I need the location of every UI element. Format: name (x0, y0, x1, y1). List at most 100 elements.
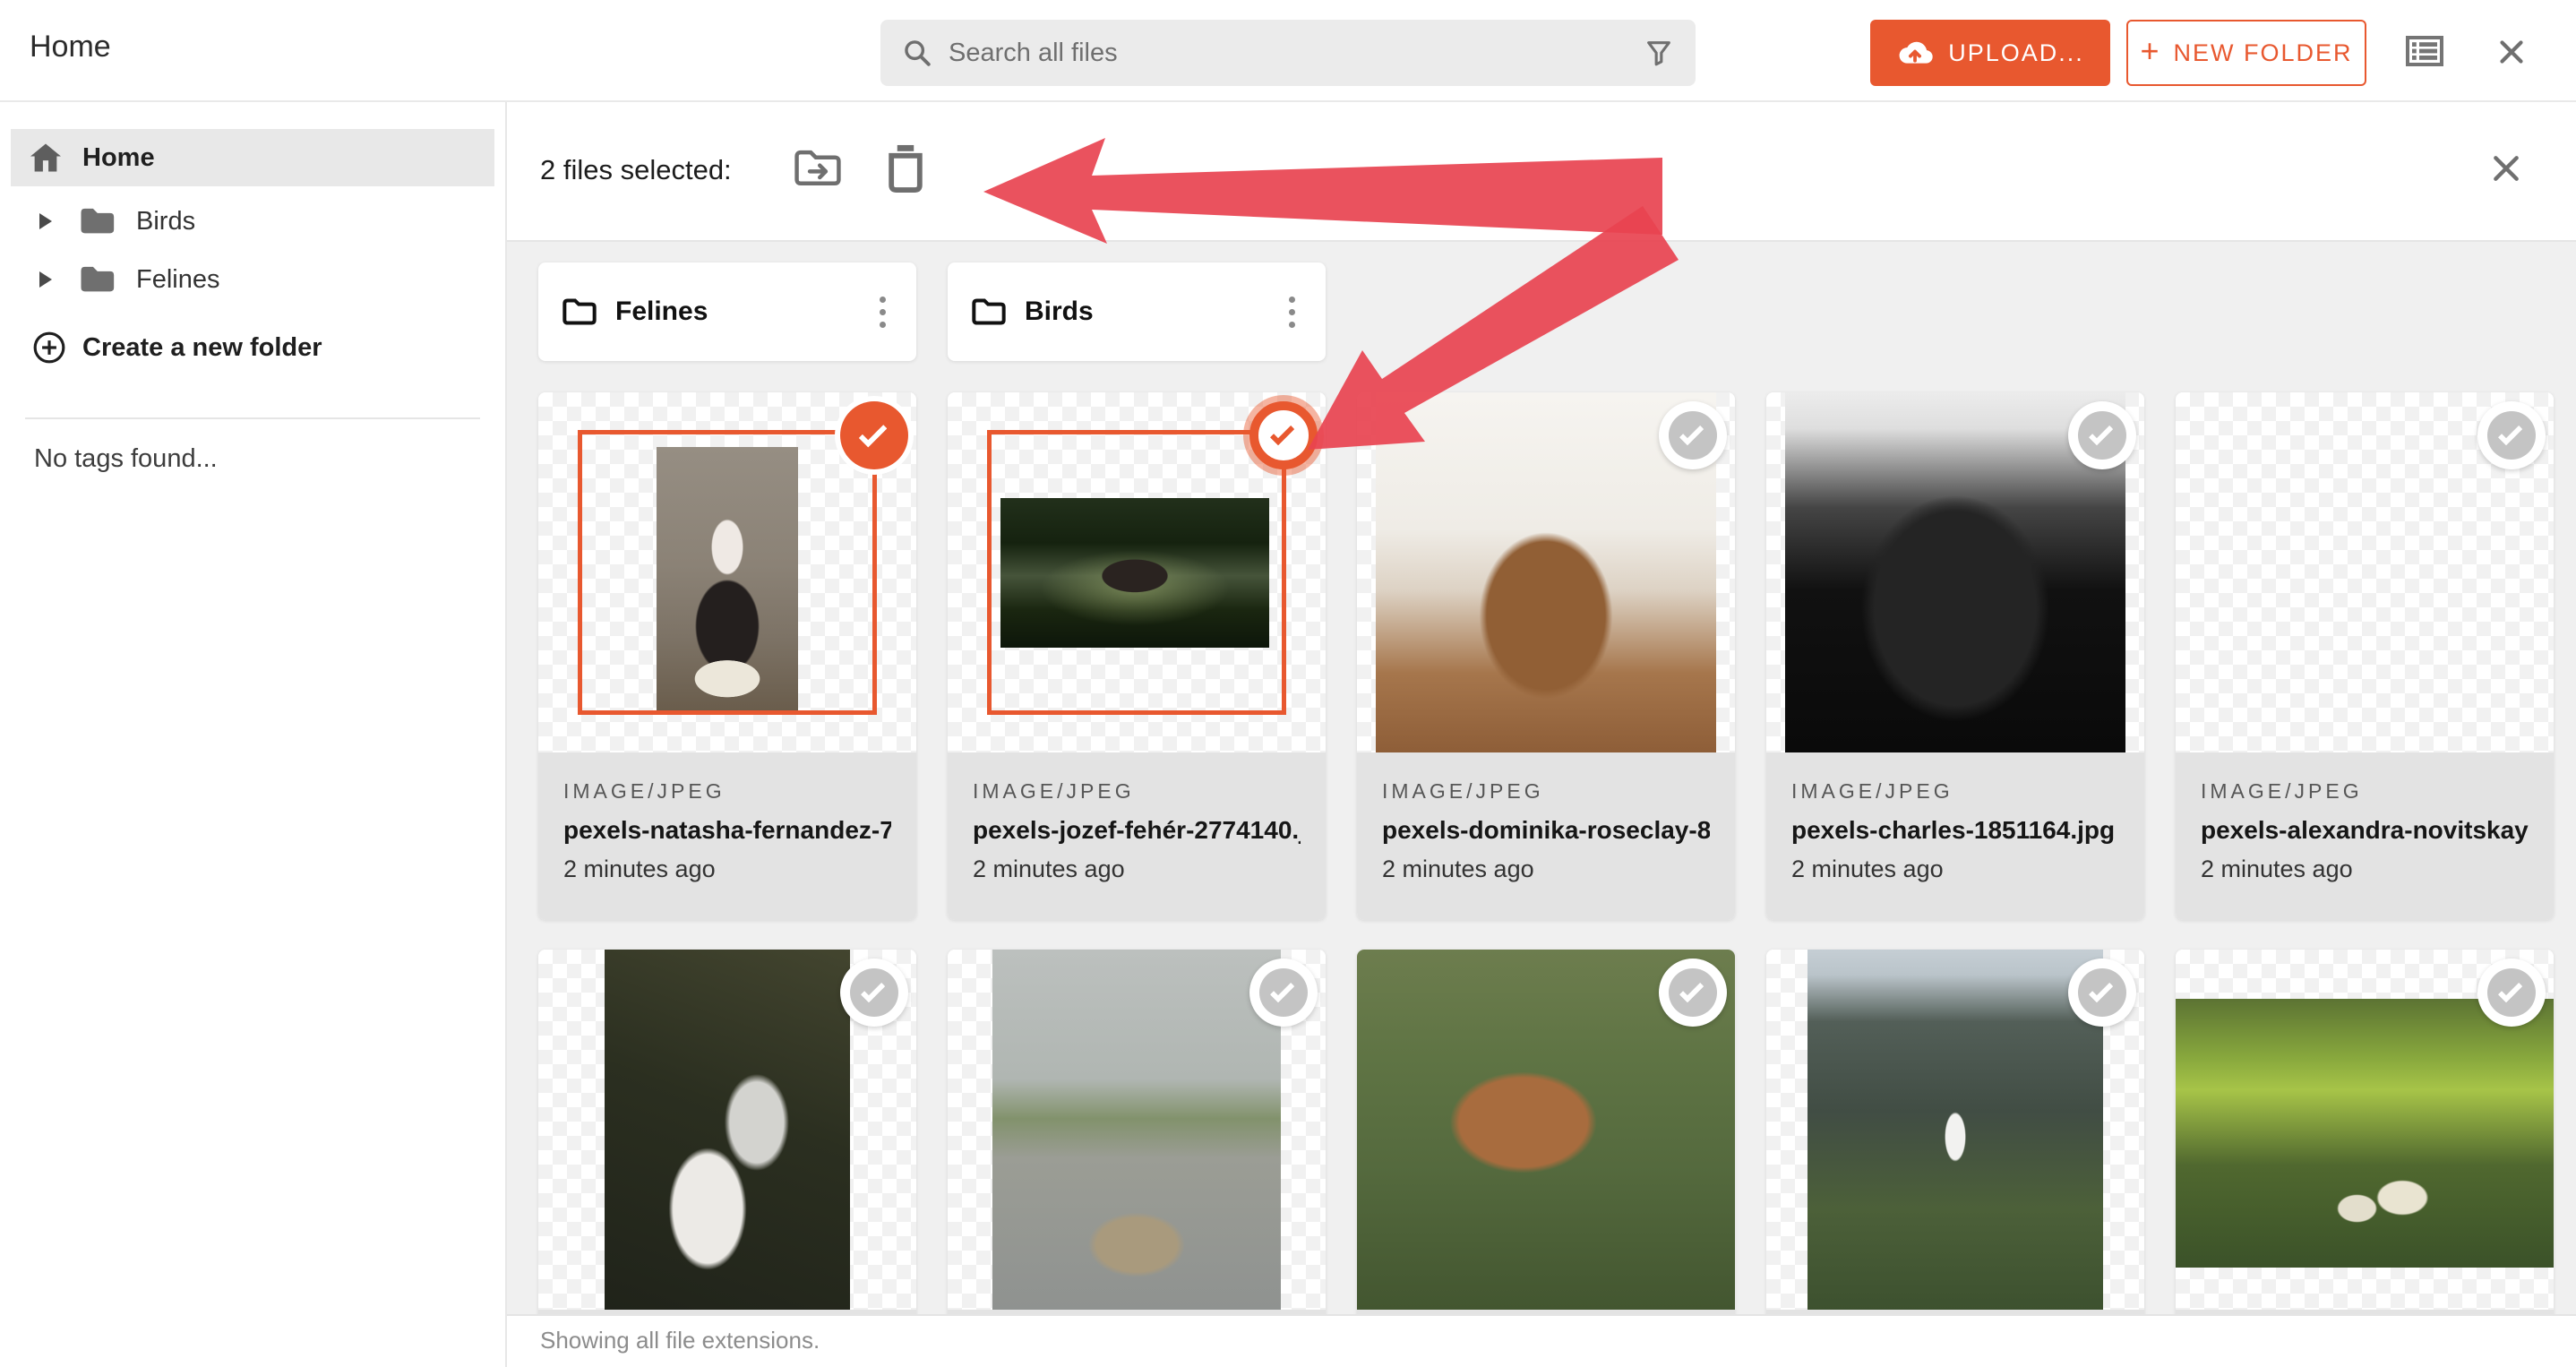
folder-card-name: Birds (1025, 297, 1094, 326)
plus-icon: + (2140, 32, 2161, 69)
home-icon (30, 143, 61, 172)
main-panel: 2 files selected: Felines Birds IMAGE/JP… (507, 102, 2576, 1367)
unselected-check-icon[interactable] (2477, 401, 2546, 469)
folder-card-felines[interactable]: Felines (538, 262, 916, 361)
selection-outline (987, 430, 1286, 715)
folder-outline-icon (562, 298, 597, 325)
top-bar: Home UPLOAD... + NEW FOLDER (0, 0, 2576, 102)
sidebar: Home Birds Felines Create a new folder N… (0, 102, 507, 1367)
sidebar-item-felines[interactable]: Felines (11, 255, 494, 304)
file-card[interactable] (1766, 950, 2144, 1314)
folder-menu-kebab-icon[interactable] (872, 289, 893, 335)
file-thumbnail (1357, 950, 1735, 1310)
file-name: pexels-charles-1851164.jpg (1791, 816, 2116, 844)
sidebar-birds-label: Birds (136, 206, 196, 236)
file-name: pexels-dominika-roseclay-8952... (1382, 816, 1710, 844)
file-card[interactable] (538, 950, 916, 1314)
file-time: 2 minutes ago (1382, 855, 1534, 882)
file-meta: IMAGE/JPEG pexels-dominika-roseclay-8952… (1357, 752, 1735, 920)
file-name: pexels-alexandra-novitskaya-2... (2201, 816, 2529, 844)
media-library-window: Home UPLOAD... + NEW FOLDER (0, 0, 2576, 1367)
unselected-check-icon[interactable] (2068, 401, 2136, 469)
file-card[interactable]: IMAGE/JPEG pexels-dominika-roseclay-8952… (1357, 392, 1735, 920)
photo-dog-green-wig (2216, 392, 2513, 752)
folder-icon (81, 266, 115, 292)
sidebar-item-home[interactable]: Home (11, 129, 494, 186)
new-folder-button-label: NEW FOLDER (2173, 39, 2353, 66)
file-time: 2 minutes ago (563, 855, 716, 882)
folder-card-name: Felines (615, 297, 708, 326)
file-type-label: IMAGE/JPEG (973, 779, 1135, 803)
unselected-check-icon[interactable] (1659, 401, 1727, 469)
file-grid: Felines Birds IMAGE/JPEG pexels-natasha-… (507, 242, 2576, 1314)
list-view-icon (2406, 36, 2443, 66)
unselected-check-icon[interactable] (2068, 959, 2136, 1027)
filter-funnel-icon[interactable] (1644, 38, 1674, 68)
clear-selection-icon[interactable] (2488, 150, 2524, 189)
create-new-folder-label: Create a new folder (82, 332, 322, 362)
create-new-folder-button[interactable]: Create a new folder (11, 322, 494, 373)
chevron-right-icon[interactable] (39, 213, 52, 229)
file-time: 2 minutes ago (973, 855, 1125, 882)
file-card[interactable]: IMAGE/JPEG pexels-natasha-fernandez-733.… (538, 392, 916, 920)
no-tags-text: No tags found... (34, 444, 218, 473)
status-text: Showing all file extensions. (540, 1327, 820, 1354)
file-name: pexels-natasha-fernandez-733... (563, 816, 891, 844)
search-bar (880, 20, 1696, 86)
file-thumbnail (948, 392, 1326, 752)
photo-seagulls (605, 950, 850, 1310)
file-card[interactable]: IMAGE/JPEG pexels-alexandra-novitskaya-2… (2176, 392, 2554, 920)
file-thumbnail (1357, 392, 1735, 752)
photo-lambs (2176, 999, 2554, 1268)
file-thumbnail (2176, 950, 2554, 1310)
file-card[interactable] (948, 950, 1326, 1314)
move-to-folder-button[interactable] (792, 145, 844, 194)
unselected-check-icon[interactable] (1249, 959, 1318, 1027)
selection-count-text: 2 files selected: (540, 154, 732, 185)
file-card[interactable]: IMAGE/JPEG pexels-charles-1851164.jpg 2 … (1766, 392, 2144, 920)
file-meta: IMAGE/JPEG pexels-natasha-fernandez-733.… (538, 752, 916, 920)
file-meta: IMAGE/JPEG pexels-jozef-fehér-2774140.jp… (948, 752, 1326, 920)
file-card[interactable] (2176, 950, 2554, 1314)
selection-toolbar: 2 files selected: (507, 102, 2576, 242)
folder-icon (81, 208, 115, 234)
file-type-label: IMAGE/JPEG (2201, 779, 2363, 803)
search-input[interactable] (949, 38, 1644, 68)
photo-white-deer (1807, 950, 2103, 1310)
unselected-check-icon[interactable] (1659, 959, 1727, 1027)
sidebar-item-birds[interactable]: Birds (11, 197, 494, 245)
status-bar: Showing all file extensions. (507, 1314, 2576, 1367)
photo-geese (992, 950, 1281, 1310)
page-title: Home (30, 30, 111, 64)
file-thumbnail (538, 392, 916, 752)
folder-outline-icon (972, 298, 1006, 325)
file-meta: IMAGE/JPEG pexels-alexandra-novitskaya-2… (2176, 752, 2554, 920)
folder-menu-kebab-icon[interactable] (1282, 289, 1302, 335)
folder-card-birds[interactable]: Birds (948, 262, 1326, 361)
search-icon (905, 40, 931, 66)
list-view-toggle-button[interactable] (2406, 36, 2443, 69)
upload-button[interactable]: UPLOAD... (1870, 20, 2110, 86)
file-thumbnail (948, 950, 1326, 1310)
selected-check-icon[interactable] (1249, 401, 1318, 469)
trash-icon (889, 144, 923, 193)
file-name: pexels-jozef-fehér-2774140.jpg (973, 816, 1301, 844)
new-folder-button[interactable]: + NEW FOLDER (2126, 20, 2366, 86)
selection-outline (578, 430, 877, 715)
sidebar-felines-label: Felines (136, 264, 220, 294)
chevron-right-icon[interactable] (39, 271, 52, 288)
cloud-upload-icon (1899, 41, 1933, 64)
close-window-icon[interactable] (2495, 36, 2528, 71)
file-type-label: IMAGE/JPEG (1382, 779, 1544, 803)
file-card[interactable] (1357, 950, 1735, 1314)
move-to-folder-icon (794, 150, 841, 185)
circle-plus-icon (33, 331, 65, 364)
unselected-check-icon[interactable] (840, 959, 908, 1027)
unselected-check-icon[interactable] (2477, 959, 2546, 1027)
file-thumbnail (2176, 392, 2554, 752)
file-type-label: IMAGE/JPEG (563, 779, 726, 803)
sidebar-divider (25, 417, 480, 419)
file-card[interactable]: IMAGE/JPEG pexels-jozef-fehér-2774140.jp… (948, 392, 1326, 920)
delete-selected-button[interactable] (881, 142, 930, 196)
selected-check-icon[interactable] (840, 401, 908, 469)
